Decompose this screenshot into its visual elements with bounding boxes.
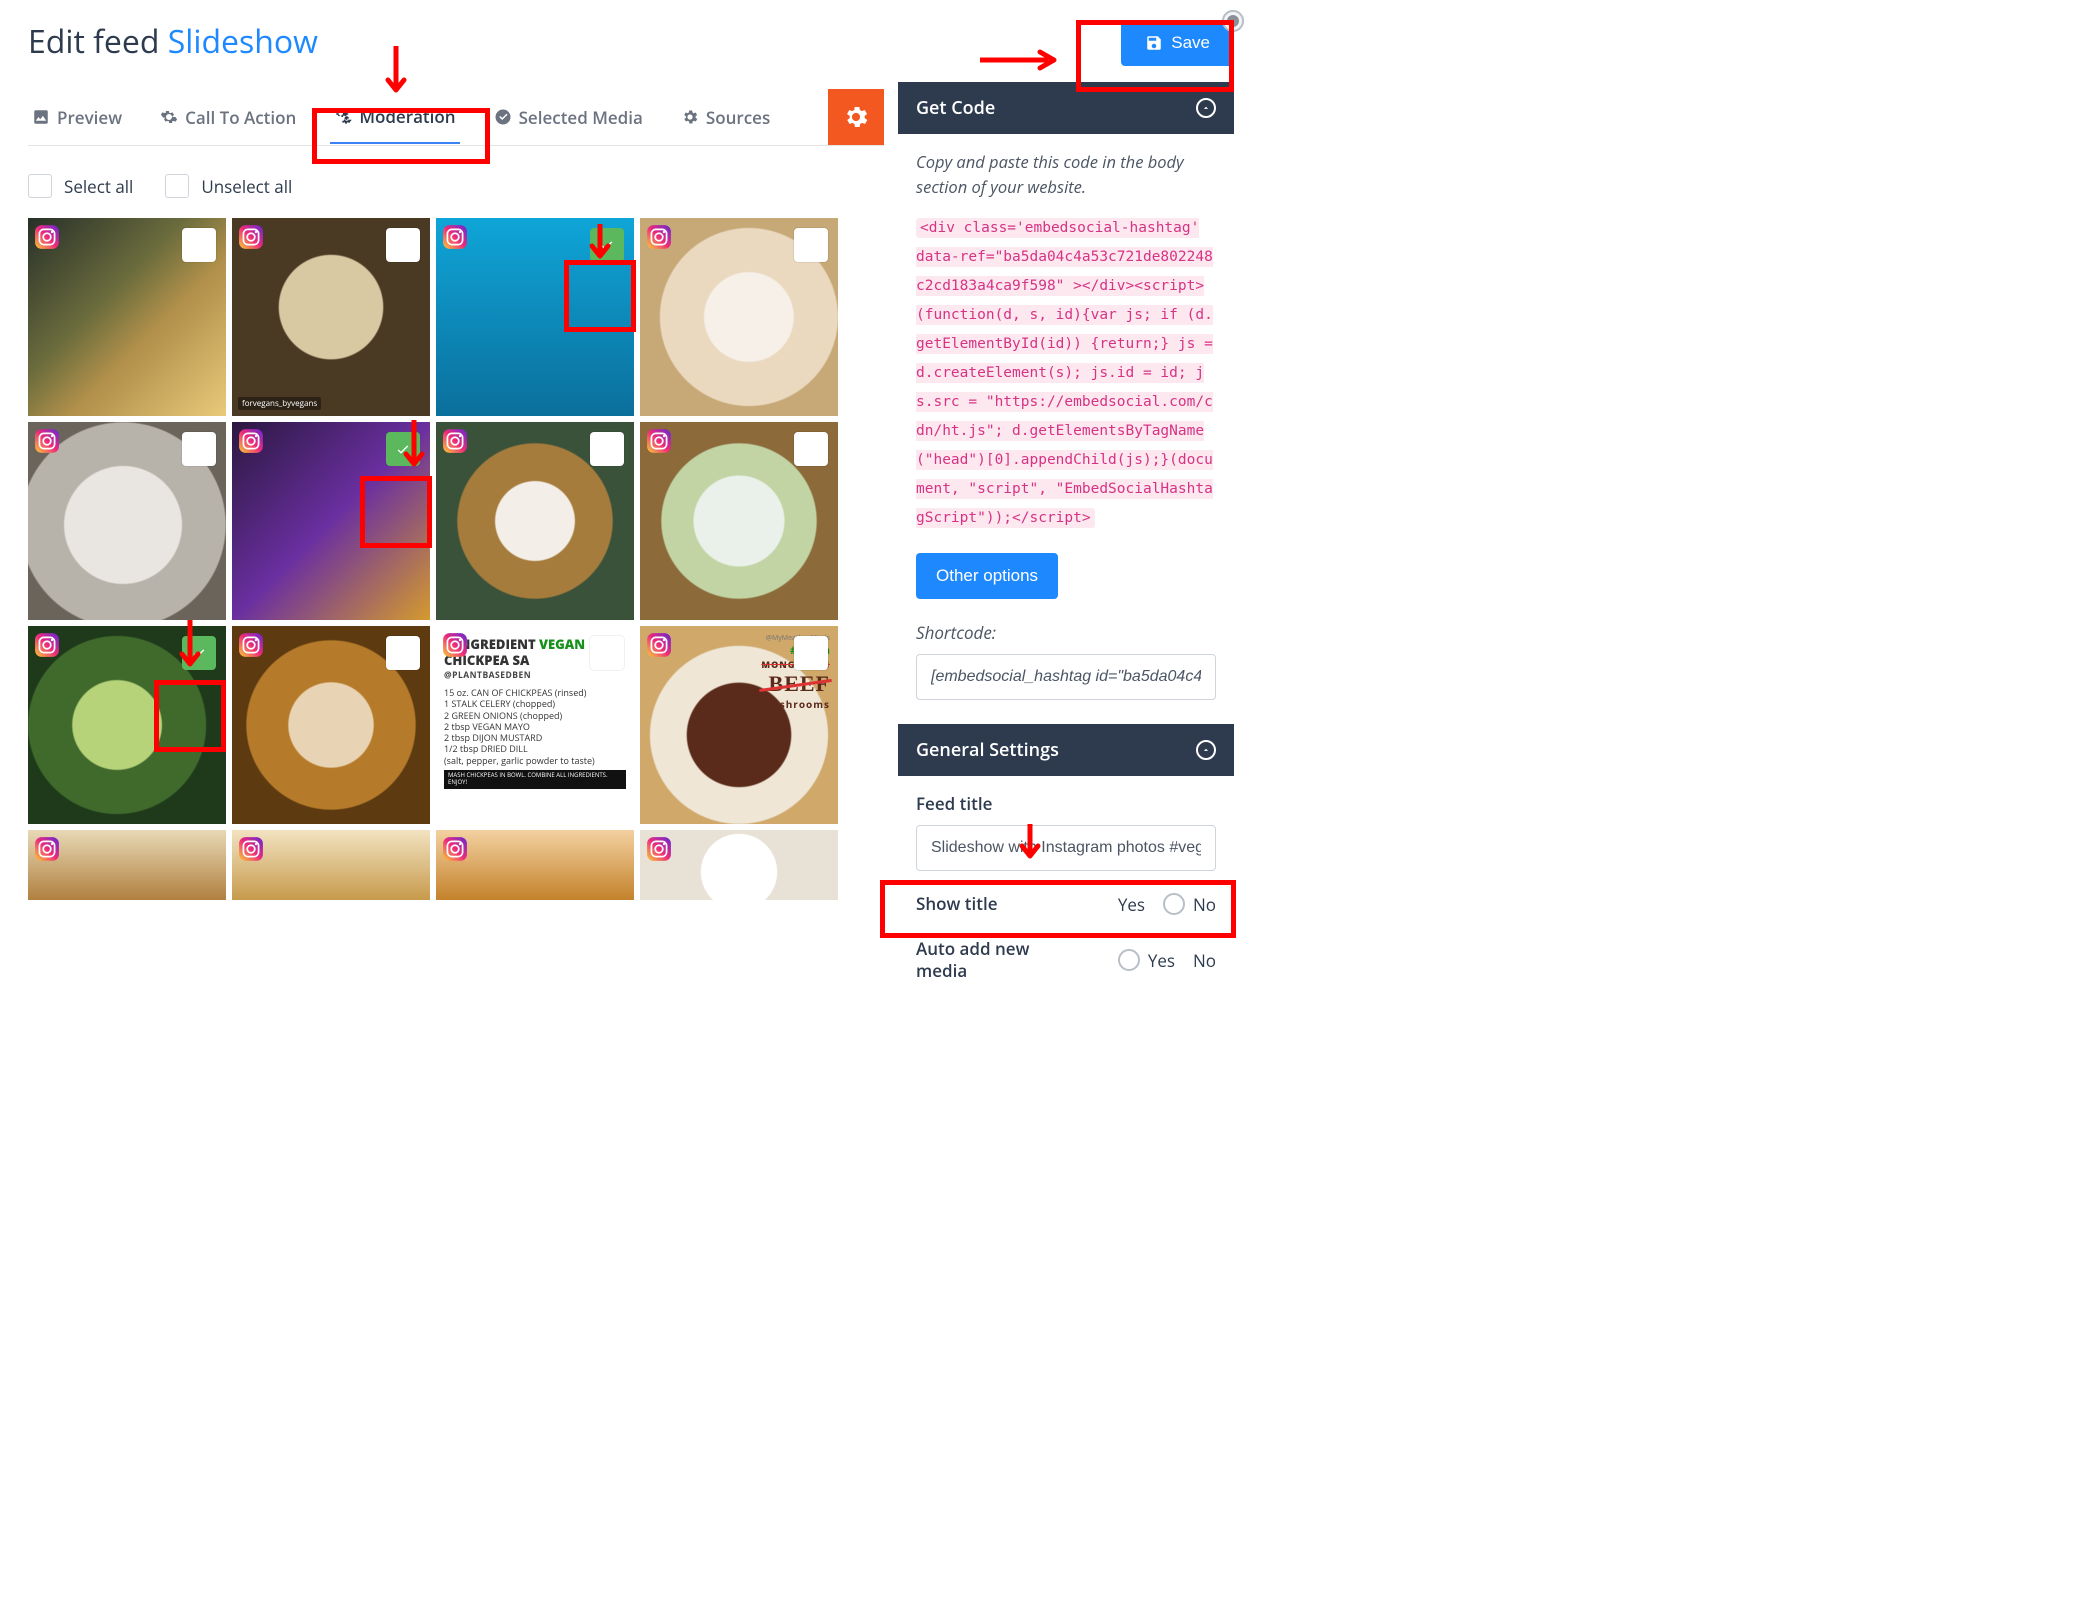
instagram-icon xyxy=(238,224,264,250)
media-select-checkbox[interactable] xyxy=(182,228,216,262)
media-grid: forvegans_byvegans 4 INGREDIENT VEGANCHIC… xyxy=(28,218,884,900)
label: Select all xyxy=(64,175,133,198)
media-select-checkbox[interactable] xyxy=(794,432,828,466)
shortcode-input[interactable] xyxy=(916,654,1216,700)
instagram-icon xyxy=(34,836,60,862)
radio-label: Yes xyxy=(1148,949,1175,972)
label: Unselect all xyxy=(201,175,292,198)
panel-title: General Settings xyxy=(916,738,1059,762)
code-instruction: Copy and paste this code in the body sec… xyxy=(916,150,1216,200)
media-item[interactable]: 4 INGREDIENT VEGANCHICKPEA SA@PLANTBASED… xyxy=(436,626,634,824)
media-select-checkbox[interactable] xyxy=(386,228,420,262)
media-item[interactable] xyxy=(232,626,430,824)
tab-label: Sources xyxy=(706,106,770,129)
instagram-icon xyxy=(238,632,264,658)
instagram-icon xyxy=(238,428,264,454)
embed-code[interactable]: <div class='embedsocial-hashtag' data-re… xyxy=(916,214,1216,533)
instagram-icon xyxy=(442,836,468,862)
tab-label: Preview xyxy=(57,106,122,129)
instagram-icon xyxy=(646,632,672,658)
media-select-checkbox[interactable] xyxy=(590,228,624,262)
media-select-checkbox[interactable] xyxy=(794,228,828,262)
chevron-up-icon xyxy=(1196,98,1216,118)
media-select-checkbox[interactable] xyxy=(590,636,624,670)
general-settings-panel-body: Feed title Show title Yes No Auto add ne… xyxy=(898,776,1234,1008)
media-caption: forvegans_byvegans xyxy=(238,397,321,410)
radio-label: No xyxy=(1193,893,1216,916)
media-item[interactable] xyxy=(436,422,634,620)
tab-selected-media[interactable]: Selected Media xyxy=(490,92,647,143)
instagram-icon xyxy=(442,428,468,454)
get-code-panel-header[interactable]: Get Code xyxy=(898,82,1234,134)
get-code-panel-body: Copy and paste this code in the body sec… xyxy=(898,134,1234,724)
media-select-checkbox[interactable] xyxy=(590,432,624,466)
shortcode-label: Shortcode: xyxy=(916,621,1216,644)
gear-icon xyxy=(681,108,699,126)
feed-name-link[interactable]: Slideshow xyxy=(168,20,318,63)
auto-add-no[interactable]: No xyxy=(1193,949,1216,972)
feed-title-label: Feed title xyxy=(916,792,1216,815)
tab-sources[interactable]: Sources xyxy=(677,92,774,143)
tab-call-to-action[interactable]: Call To Action xyxy=(156,92,300,143)
layout-settings-button[interactable] xyxy=(828,89,884,145)
auto-add-yes[interactable]: Yes xyxy=(1118,949,1175,972)
instagram-icon xyxy=(442,632,468,658)
other-options-button[interactable]: Other options xyxy=(916,553,1058,599)
page-title: Edit feed Slideshow xyxy=(28,20,884,63)
instagram-icon xyxy=(646,836,672,862)
radio-label: Yes xyxy=(1118,893,1145,916)
radio-label: No xyxy=(1193,949,1216,972)
show-title-label: Show title xyxy=(916,893,998,916)
media-item[interactable] xyxy=(28,830,226,900)
gears-icon xyxy=(334,108,352,126)
instagram-icon xyxy=(238,836,264,862)
save-icon xyxy=(1145,34,1163,52)
media-item[interactable] xyxy=(436,830,634,900)
media-select-checkbox[interactable] xyxy=(794,636,828,670)
media-item[interactable] xyxy=(640,218,838,416)
save-button[interactable]: Save xyxy=(1121,20,1234,66)
show-title-no[interactable]: No xyxy=(1163,893,1216,916)
media-item[interactable] xyxy=(28,422,226,620)
save-label: Save xyxy=(1171,33,1210,53)
media-select-checkbox[interactable] xyxy=(386,432,420,466)
media-item[interactable]: forvegans_byvegans xyxy=(232,218,430,416)
media-item[interactable]: @MyMeatlessMeals#veganMONGOLIANBEEFmushr… xyxy=(640,626,838,824)
instagram-icon xyxy=(34,428,60,454)
select-all-checkbox[interactable]: Select all xyxy=(28,174,133,198)
media-item[interactable] xyxy=(640,422,838,620)
instagram-icon xyxy=(34,632,60,658)
instagram-icon xyxy=(646,428,672,454)
media-select-checkbox[interactable] xyxy=(386,636,420,670)
instagram-icon xyxy=(34,224,60,250)
general-settings-panel-header[interactable]: General Settings xyxy=(898,724,1234,776)
tab-label: Selected Media xyxy=(519,106,643,129)
image-icon xyxy=(32,108,50,126)
media-item[interactable] xyxy=(232,830,430,900)
tab-bar: Preview Call To Action Moderation Select… xyxy=(28,89,884,146)
tab-moderation[interactable]: Moderation xyxy=(330,91,459,144)
feed-title-input[interactable] xyxy=(916,825,1216,871)
check-circle-icon xyxy=(494,108,512,126)
gear-icon xyxy=(842,103,870,131)
media-item[interactable] xyxy=(232,422,430,620)
instagram-icon xyxy=(442,224,468,250)
media-select-checkbox[interactable] xyxy=(182,432,216,466)
show-title-yes[interactable]: Yes xyxy=(1118,893,1145,916)
title-prefix: Edit feed xyxy=(28,20,168,63)
media-item[interactable] xyxy=(28,218,226,416)
tab-label: Moderation xyxy=(359,105,455,128)
media-select-checkbox[interactable] xyxy=(182,636,216,670)
media-item[interactable] xyxy=(436,218,634,416)
tab-preview[interactable]: Preview xyxy=(28,92,126,143)
media-item[interactable] xyxy=(28,626,226,824)
media-item[interactable] xyxy=(640,830,838,900)
tab-label: Call To Action xyxy=(185,106,296,129)
auto-add-label: Auto add new media xyxy=(916,938,1066,984)
gears-icon xyxy=(160,108,178,126)
panel-title: Get Code xyxy=(916,96,995,120)
instagram-icon xyxy=(646,224,672,250)
unselect-all-checkbox[interactable]: Unselect all xyxy=(165,174,292,198)
chevron-up-icon xyxy=(1196,740,1216,760)
